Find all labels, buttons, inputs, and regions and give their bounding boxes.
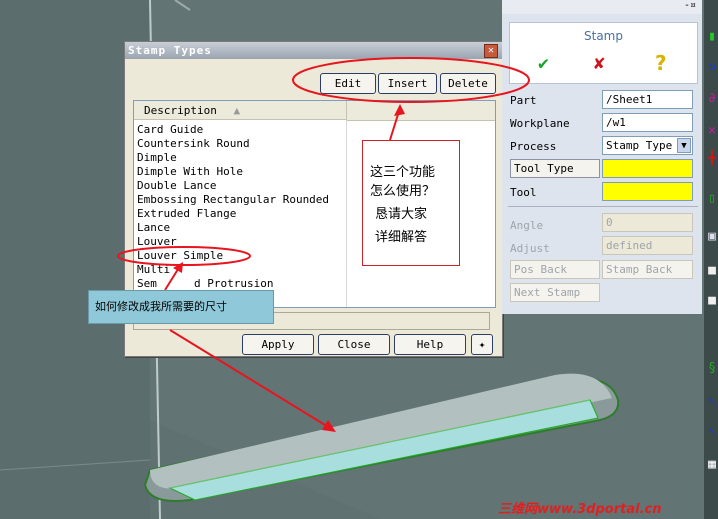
toolbar-cube-icon[interactable]: ▣ <box>706 228 718 246</box>
panel-pin-icon[interactable]: -¤ <box>684 0 696 11</box>
help-button[interactable]: Help <box>394 334 466 355</box>
part-field[interactable]: /Sheet1 <box>602 90 693 109</box>
site-watermark: 三维网www.3dportal.cn <box>498 502 662 517</box>
toolbar-arrow-icon[interactable]: ↖ <box>706 392 718 410</box>
column-header-label: Description <box>144 104 217 117</box>
toolbar-chain-icon[interactable]: § <box>706 360 718 378</box>
stamp-back-button[interactable]: Stamp Back <box>602 260 693 279</box>
list-item[interactable]: Multi <box>137 263 170 277</box>
list-item-selected[interactable]: Louver Simple <box>137 249 223 263</box>
list-item[interactable]: Lance <box>137 221 170 235</box>
adjust-label: Adjust <box>510 242 550 255</box>
list-item[interactable]: Louver <box>137 235 177 249</box>
callout-line: 详细解答 <box>375 230 428 245</box>
list-item[interactable]: Double Lance <box>137 179 216 193</box>
workplane-field[interactable]: /w1 <box>602 113 693 132</box>
workplane-label: Workplane <box>510 117 570 130</box>
toolbar-solid-icon[interactable]: ■ <box>706 262 718 280</box>
part-label: Part <box>510 94 537 107</box>
chevron-down-icon[interactable]: ▼ <box>677 138 691 153</box>
help-question-icon[interactable]: ? <box>655 51 667 75</box>
dialog-titlebar[interactable]: Stamp Types <box>125 42 502 59</box>
close-button[interactable]: Close <box>318 334 390 355</box>
list-item[interactable]: d Protrusion <box>194 277 273 291</box>
dialog-title: Stamp Types <box>128 44 212 57</box>
panel-divider <box>508 206 698 207</box>
stamp-panel: -¤ Stamp ✔ ✘ ? Part /Sheet1 Workplane /w… <box>502 0 702 314</box>
toolbar-curve-icon[interactable]: ∂ <box>706 90 718 108</box>
callout-line: 怎么使用？ <box>370 184 436 199</box>
list-item[interactable]: Embossing Rectangular Rounded <box>137 193 329 207</box>
resize-note: 如何修改成我所需要的尺寸 <box>88 290 274 324</box>
callout-line: 恳请大家 <box>375 207 428 222</box>
insert-button[interactable]: Insert <box>378 73 437 94</box>
adjust-field[interactable]: defined <box>602 236 693 255</box>
list-item[interactable]: Sem <box>137 277 157 291</box>
list-item[interactable]: Extruded Flange <box>137 207 236 221</box>
list-item[interactable]: Dimple <box>137 151 177 165</box>
edit-button[interactable]: Edit <box>320 73 376 94</box>
panel-header-strip: -¤ <box>502 0 702 14</box>
toolbar-box-icon[interactable]: ▯ <box>706 190 718 208</box>
apply-button[interactable]: Apply <box>242 334 314 355</box>
cancel-x-icon[interactable]: ✘ <box>594 53 605 74</box>
delete-button[interactable]: Delete <box>440 73 496 94</box>
ok-check-icon[interactable]: ✔ <box>538 53 549 74</box>
column-divider <box>346 120 347 307</box>
list-item[interactable]: Countersink Round <box>137 137 250 151</box>
second-column-header[interactable] <box>346 101 495 121</box>
toolbar-green-icon[interactable]: ▮ <box>706 28 718 46</box>
tool-type-field[interactable] <box>602 159 693 178</box>
tool-type-button[interactable]: Tool Type <box>510 159 600 178</box>
tool-label: Tool <box>510 186 537 199</box>
process-value: Stamp Type <box>606 139 673 152</box>
toolbar-solid2-icon[interactable]: ■ <box>706 292 718 310</box>
list-item[interactable]: Card Guide <box>137 123 203 137</box>
toolbar-axis-icon[interactable]: ╋ <box>706 150 718 168</box>
tool-field[interactable] <box>602 182 693 201</box>
angle-label: Angle <box>510 219 544 232</box>
pin-icon[interactable]: ✦ <box>471 334 493 355</box>
angle-field[interactable]: 0 <box>602 213 693 232</box>
toolbar-cross-icon[interactable]: ✕ <box>706 122 718 140</box>
dialog-close-icon[interactable]: ✕ <box>484 44 498 58</box>
pos-back-button[interactable]: Pos Back <box>510 260 600 279</box>
next-stamp-button[interactable]: Next Stamp <box>510 283 600 302</box>
toolbar-arrow2-icon[interactable]: ↖ <box>706 422 718 440</box>
panel-title-box: Stamp ✔ ✘ ? <box>509 22 698 84</box>
panel-title: Stamp <box>584 29 623 43</box>
toolbar-grid-icon[interactable]: ▦ <box>706 456 718 474</box>
callout-line: 这三个功能 <box>370 165 436 180</box>
description-column-header[interactable]: Description ▲ <box>134 101 346 120</box>
list-item[interactable]: Dimple With Hole <box>137 165 243 179</box>
sort-arrow-icon: ▲ <box>233 104 241 117</box>
process-select[interactable]: Stamp Type ▼ <box>602 136 693 155</box>
toolbar-rotate-icon[interactable]: ↻ <box>706 58 718 76</box>
process-label: Process <box>510 140 557 153</box>
question-callout: 这三个功能 怎么使用？ 恳请大家 详细解答 <box>362 140 460 266</box>
